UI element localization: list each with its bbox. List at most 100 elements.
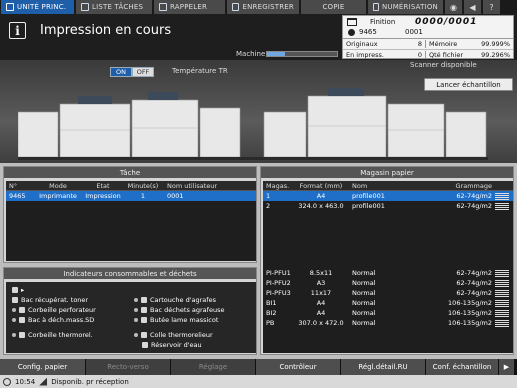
paper-level-icon: [495, 309, 509, 317]
ru-detail-setting-button[interactable]: Régl.détail.RU: [341, 359, 425, 375]
consumable-label: Butée lame massicot: [150, 316, 219, 324]
status-dot: [134, 298, 138, 302]
scan-icon: [373, 3, 379, 11]
job-table: N° Mode Etat Minute(s) Nom utilisateur 9…: [6, 181, 256, 261]
paper-tray-panel-title: Magasin papier: [261, 167, 513, 178]
consumable-label: Bac récupérat. toner: [21, 296, 89, 304]
chevron-right-icon: ▶: [503, 363, 510, 371]
glue-icon: [141, 332, 147, 338]
sample-setting-button[interactable]: Conf. échantillon: [426, 359, 498, 375]
tab-scan[interactable]: NUMÉRISATION: [368, 0, 443, 14]
status-dot: [12, 333, 16, 337]
name-cell: Normal: [352, 289, 376, 297]
help-icon: ?: [489, 2, 494, 12]
machine-label: Machine: [236, 50, 266, 58]
name-cell: Normal: [352, 269, 376, 277]
job-panel: Tâche N° Mode Etat Minute(s) Nom utilisa…: [3, 166, 257, 263]
paper-tray-table: Magas. Format (mm) Nom Grammage 1 A4 pro…: [263, 181, 513, 353]
consumables-panel: Indicateurs consommables et déchets ▸ Ba…: [3, 267, 257, 355]
consumable-label: Bac déchets agrafeuse: [150, 306, 225, 314]
recall-icon: [159, 3, 167, 11]
temperature-on-button[interactable]: ON: [110, 67, 132, 77]
status-time: 10:54: [15, 377, 36, 386]
tray-cell: 2: [266, 202, 271, 210]
size-cell: A4: [316, 192, 326, 200]
main-unit-icon: [6, 3, 14, 11]
paper-level-icon: [495, 202, 509, 210]
tray-row[interactable]: BI2 A4 Normal 106-135g/m2: [263, 308, 513, 318]
memory-label: Mémoire: [429, 40, 458, 48]
tray-row[interactable]: PI-PFU2 A3 Normal 62-74g/m2: [263, 278, 513, 288]
consumable-label: Bac à déch.mass.SD: [28, 316, 95, 324]
col-weight: Grammage: [455, 181, 492, 190]
file-qty-value: 99.296%: [481, 50, 510, 59]
staple-icon: [141, 297, 147, 303]
duplex-button[interactable]: Recto-verso: [86, 359, 170, 375]
printing-label: En impress.: [346, 50, 384, 59]
tab-job-list[interactable]: LISTE TÂCHES: [76, 0, 152, 14]
adjustment-button[interactable]: Réglage: [171, 359, 255, 375]
temperature-toggle: ON OFF: [110, 67, 154, 77]
tray-row[interactable]: PB 307.0 x 472.0 Normal 106-135g/m2: [263, 318, 513, 328]
col-mode: Mode: [49, 181, 67, 190]
status-dot: [134, 308, 138, 312]
tab-copy[interactable]: COPIE: [301, 0, 366, 14]
toner-waste-item: Bac récupérat. toner: [12, 296, 88, 304]
tray-cell: PB: [266, 319, 275, 327]
weight-cell: 62-74g/m2: [456, 289, 492, 297]
clock-icon: [3, 377, 11, 386]
printing-value: 0: [398, 50, 426, 59]
tray-cell: 1: [266, 192, 271, 200]
consumables-panel-title: Indicateurs consommables et déchets: [4, 268, 256, 279]
paper-setting-button[interactable]: Config. papier: [0, 359, 85, 375]
user-icon: [348, 29, 355, 36]
scanner-status: Scanner disponible: [410, 61, 477, 69]
tray-row[interactable]: BI1 A4 Normal 106-135g/m2: [263, 298, 513, 308]
consumable-label: Réservoir d'eau: [151, 341, 202, 349]
consumable-label: Cartouche d'agrafes: [150, 296, 216, 304]
tray-cell: BI1: [266, 299, 277, 307]
temperature-off-button[interactable]: OFF: [132, 67, 154, 77]
weight-cell: 106-135g/m2: [448, 309, 492, 317]
tab-main-unit[interactable]: UNITÉ PRINC.: [1, 0, 74, 14]
machine-progress-bar: [266, 51, 338, 57]
tab-label: NUMÉRISATION: [381, 3, 438, 11]
size-cell: 307.0 x 472.0: [298, 319, 344, 327]
job-minutes-cell: 1: [140, 192, 146, 200]
lower-area: Tâche N° Mode Etat Minute(s) Nom utilisa…: [0, 163, 517, 359]
water-tank-item: Réservoir d'eau: [142, 341, 202, 349]
file-qty-label: Qté fichier: [429, 50, 463, 59]
col-minutes: Minute(s): [127, 181, 159, 190]
binder-glue-item: Colle thermorelieur: [134, 331, 213, 339]
col-name: Nom: [352, 181, 368, 190]
trim-waste-icon: [19, 317, 25, 323]
next-page-button[interactable]: ▶: [499, 359, 514, 375]
paper-level-icon: [495, 319, 509, 327]
unknown-icon-button[interactable]: ◉: [445, 0, 462, 14]
unknown-icon: ◉: [450, 2, 457, 12]
controller-button[interactable]: Contrôleur: [256, 359, 340, 375]
play-icon: ▸: [21, 286, 25, 294]
page-title: Impression en cours: [40, 23, 172, 38]
help-button[interactable]: ?: [483, 0, 500, 14]
paper-tray-panel: Magasin papier Magas. Format (mm) Nom Gr…: [260, 166, 514, 355]
tab-recall[interactable]: RAPPELER: [154, 0, 225, 14]
tray-row[interactable]: PI-PFU1 8.5x11 Normal 62-74g/m2: [263, 268, 513, 278]
toner-waste-icon: [12, 297, 18, 303]
printer-icon: [12, 287, 18, 293]
cutter-stopper-item: Butée lame massicot: [134, 316, 218, 324]
temperature-label: Température TR: [172, 67, 228, 75]
speaker-button[interactable]: ◀: [464, 0, 481, 14]
tab-save[interactable]: ENREGISTRER: [227, 0, 299, 14]
tray-row[interactable]: PI-PFU3 11x17 Normal 62-74g/m2: [263, 288, 513, 298]
tab-label: UNITÉ PRINC.: [17, 3, 67, 11]
job-row[interactable]: 9465 Imprimante Impression 1 0001: [6, 191, 256, 201]
printer-status-item: ▸: [12, 286, 24, 294]
tray-row[interactable]: 2 324.0 x 463.0 profile001 62-74g/m2: [263, 201, 513, 211]
binder-waste-icon: [19, 332, 25, 338]
originals-value: 8: [398, 40, 426, 48]
status-dot: [12, 318, 16, 322]
status-dot: [134, 333, 138, 337]
name-cell: profile001: [352, 202, 385, 210]
tray-row[interactable]: 1 A4 profile001 62-74g/m2: [263, 191, 513, 201]
